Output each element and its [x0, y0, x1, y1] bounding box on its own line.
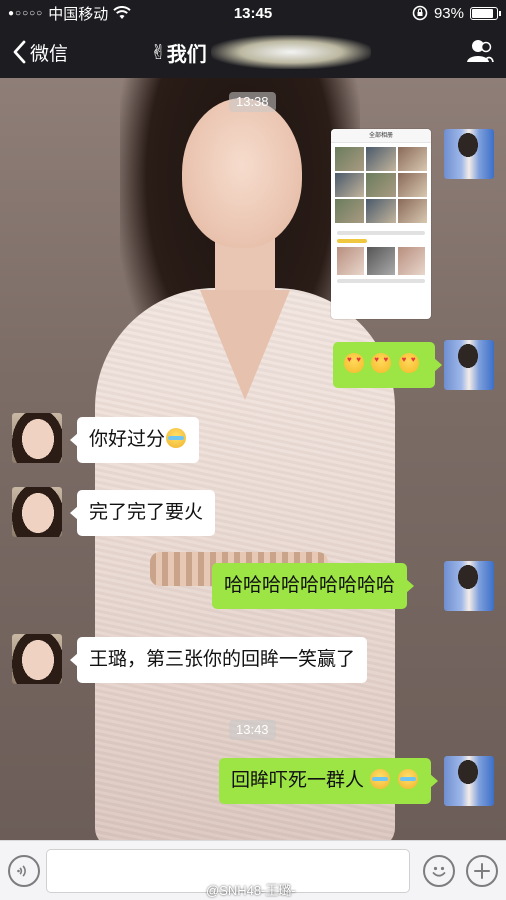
message-bubble-right[interactable]: 回眸吓死一群人 — [219, 758, 438, 804]
message-text: 回眸吓死一群人 — [231, 770, 365, 791]
chat-title-text: 我们 — [166, 43, 207, 66]
my-avatar[interactable] — [444, 561, 494, 611]
back-label: 微信 — [30, 43, 69, 65]
battery-icon — [470, 6, 501, 20]
image-photo-grid — [331, 143, 431, 227]
chat-info-button[interactable] — [466, 38, 494, 69]
carrier-name: 中国移动 — [48, 5, 109, 23]
chat-timestamp: 13:43 — [229, 720, 276, 740]
wifi-icon — [113, 6, 131, 19]
message-bubble-left[interactable]: 完了完了要火 — [69, 490, 216, 536]
tears-of-joy-emoji-icon — [370, 769, 391, 789]
my-avatar[interactable] — [444, 129, 494, 179]
tears-of-joy-emoji-icon — [397, 769, 418, 789]
contact-avatar[interactable] — [12, 487, 62, 537]
message-bubble-right[interactable]: 哈哈哈哈哈哈哈哈哈 — [212, 563, 415, 609]
voice-icon — [17, 865, 26, 877]
image-photo-row — [331, 247, 431, 275]
heart-eyes-emoji-icon — [371, 353, 392, 373]
message-bubble-right[interactable] — [333, 342, 442, 388]
watermark: @SNH48-王璐- — [206, 883, 296, 898]
heart-eyes-emoji-icon — [344, 353, 364, 373]
rotation-lock-icon — [412, 5, 428, 21]
victory-hand-icon: ✌ — [150, 41, 167, 64]
back-button[interactable]: 微信 — [0, 39, 68, 66]
message-text: 王璐，第三张你的回眸一笑赢了 — [89, 649, 356, 670]
image-text-line — [337, 239, 367, 243]
more-actions-button[interactable] — [466, 855, 498, 887]
my-avatar[interactable] — [444, 756, 494, 806]
battery-percent: 93% — [433, 4, 464, 22]
message-text: 你好过分 — [89, 429, 166, 450]
emoji-button[interactable] — [423, 855, 455, 887]
wallpaper-face — [182, 98, 302, 248]
message-bubble-left[interactable]: 你好过分 — [69, 417, 200, 463]
voice-toggle-button[interactable] — [8, 855, 40, 887]
battery-fill — [472, 8, 494, 18]
crying-emoji-icon — [166, 428, 187, 448]
image-text-line — [337, 231, 425, 235]
message-bubble-left[interactable]: 王璐，第三张你的回眸一笑赢了 — [69, 637, 368, 683]
smiley-icon — [432, 866, 446, 877]
chat-title: ✌ 我们 — [150, 34, 371, 70]
contact-avatar[interactable] — [12, 634, 62, 684]
message-text: 完了完了要火 — [89, 502, 204, 523]
status-bar: ●○○○○ 中国移动 13:45 93% — [0, 0, 506, 26]
image-text-line — [337, 279, 425, 283]
message-text: 哈哈哈哈哈哈哈哈哈 — [224, 575, 396, 596]
plus-icon — [474, 863, 490, 879]
chat-timestamp: 13:38 — [229, 92, 276, 112]
image-title: 全部相册 — [331, 129, 431, 143]
heart-eyes-emoji-icon — [398, 353, 419, 373]
person-icon — [467, 40, 494, 63]
redacted-title — [210, 35, 371, 69]
signal-strength: ●○○○○ — [8, 7, 44, 19]
my-avatar[interactable] — [444, 340, 494, 390]
chevron-left-icon — [13, 40, 26, 64]
image-message[interactable]: 全部相册 — [331, 129, 431, 319]
contact-avatar[interactable] — [12, 413, 62, 463]
chat-nav-bar: 微信 ✌ 我们 — [0, 26, 506, 78]
